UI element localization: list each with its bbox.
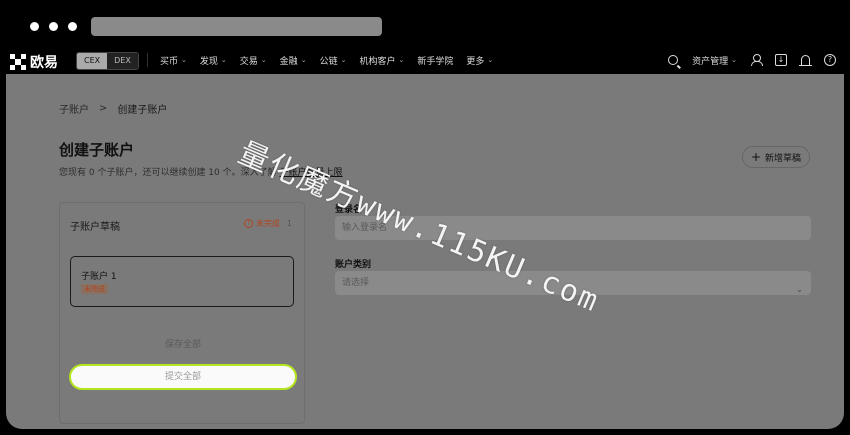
account-type-select[interactable]: 请选择 ⌄ — [335, 271, 811, 295]
incomplete-label: 未完成 — [255, 219, 280, 228]
logo[interactable]: 欧易 — [10, 52, 58, 72]
chevron-down-icon: ⌄ — [340, 56, 347, 64]
download-icon[interactable]: ↓ — [775, 54, 787, 66]
cex-dex-switch[interactable]: CEX DEX — [76, 52, 139, 70]
window-controls — [30, 22, 77, 31]
chevron-down-icon: ⌄ — [731, 56, 737, 64]
browser-chrome — [0, 0, 850, 46]
main-content: 子账户 > 创建子账户 创建子账户 您现有 0 个子账户，还可以继续创建 10 … — [6, 74, 844, 429]
login-name-input[interactable]: 输入登录名 — [335, 216, 811, 240]
help-icon[interactable]: ? — [824, 54, 836, 66]
window-dot-3[interactable] — [68, 22, 77, 31]
chevron-down-icon: ⌄ — [300, 56, 307, 64]
save-all-button[interactable]: 保存全部 — [70, 336, 296, 354]
draft-panel-title: 子账户草稿 — [70, 222, 120, 233]
incomplete-count: 1 — [286, 219, 292, 228]
main-menu: 买币 ⌄ 发现 ⌄ 交易 ⌄ 金融 ⌄ 公链 ⌄ 机构客户 ⌄ 新手学院 更多 ⌄ — [160, 46, 493, 74]
menu-institutional[interactable]: 机构客户 ⌄ — [359, 54, 404, 67]
breadcrumb: 子账户 > 创建子账户 — [59, 101, 167, 116]
subtitle-link[interactable]: 子账户数量上限 — [280, 168, 343, 178]
chevron-down-icon: ⌄ — [181, 56, 187, 64]
subtitle-text: 您现有 0 个子账户，还可以继续创建 10 个。深入了解 — [59, 168, 277, 178]
account-type-label: 账户类别 — [335, 260, 372, 270]
chevron-down-icon: ⌄ — [487, 56, 494, 64]
menu-label: 新手学院 — [417, 56, 454, 67]
menu-buy-crypto[interactable]: 买币 ⌄ — [160, 54, 187, 67]
dex-tab[interactable]: DEX — [107, 53, 138, 69]
bell-icon[interactable] — [799, 55, 812, 66]
page-title: 创建子账户 — [59, 141, 135, 159]
window-dot-1[interactable] — [30, 22, 39, 31]
address-bar[interactable] — [91, 17, 382, 36]
draft-item-name: 子账户 1 — [81, 272, 117, 282]
menu-label: 交易 — [239, 56, 258, 67]
nav-divider — [147, 53, 148, 67]
breadcrumb-parent[interactable]: 子账户 — [59, 101, 89, 116]
nav-actions: 资产管理 ⌄ ↓ ? — [668, 46, 836, 74]
login-name-label: 登录名 — [335, 205, 363, 215]
breadcrumb-current: 创建子账户 — [117, 105, 168, 116]
menu-label: 买币 — [160, 56, 179, 67]
chevron-down-icon: ⌄ — [796, 285, 803, 294]
menu-discover[interactable]: 发现 ⌄ — [200, 54, 227, 67]
plus-icon: + — [750, 150, 762, 164]
menu-trade[interactable]: 交易 ⌄ — [240, 54, 267, 67]
new-draft-button[interactable]: + 新增草稿 — [742, 146, 810, 168]
account-type-placeholder: 请选择 — [342, 278, 370, 288]
menu-academy[interactable]: 新手学院 — [417, 54, 453, 67]
asset-management-label: 资产管理 — [692, 56, 729, 67]
warning-icon: ! — [243, 219, 253, 228]
new-draft-label: 新增草稿 — [765, 153, 802, 164]
draft-item[interactable]: 子账户 1 未完成 — [70, 256, 294, 307]
top-nav: 欧易 CEX DEX 买币 ⌄ 发现 ⌄ 交易 ⌄ 金融 ⌄ 公链 ⌄ 机构客户 ⌄ 新手学… — [0, 46, 850, 74]
menu-label: 机构客户 — [359, 56, 396, 67]
menu-label: 公链 — [319, 56, 338, 67]
draft-panel: 子账户草稿 ! 未完成 1 子账户 1 未完成 保存全部 提交全部 — [59, 202, 305, 424]
menu-label: 金融 — [279, 56, 298, 67]
menu-finance[interactable]: 金融 ⌄ — [280, 54, 307, 67]
chevron-down-icon: ⌄ — [260, 56, 267, 64]
menu-label: 更多 — [466, 56, 485, 67]
chevron-down-icon: ⌄ — [220, 56, 227, 64]
window-dot-2[interactable] — [49, 22, 58, 31]
asset-management-menu[interactable]: 资产管理 ⌄ — [692, 54, 737, 67]
breadcrumb-separator: > — [99, 103, 108, 114]
menu-label: 发现 — [199, 56, 218, 67]
logo-text: 欧易 — [30, 55, 58, 71]
menu-chain[interactable]: 公链 ⌄ — [320, 54, 347, 67]
cex-tab[interactable]: CEX — [77, 53, 108, 69]
page-subtitle: 您现有 0 个子账户，还可以继续创建 10 个。深入了解 子账户数量上限 — [59, 165, 343, 178]
user-icon[interactable] — [751, 54, 763, 66]
draft-item-status: 未完成 — [81, 284, 108, 294]
search-icon[interactable] — [668, 55, 679, 65]
incomplete-status: ! 未完成 1 — [243, 218, 292, 229]
submit-all-button[interactable]: 提交全部 — [69, 364, 297, 390]
logo-icon — [10, 54, 26, 70]
chevron-down-icon: ⌄ — [398, 56, 405, 64]
menu-more[interactable]: 更多 ⌄ — [466, 54, 493, 67]
